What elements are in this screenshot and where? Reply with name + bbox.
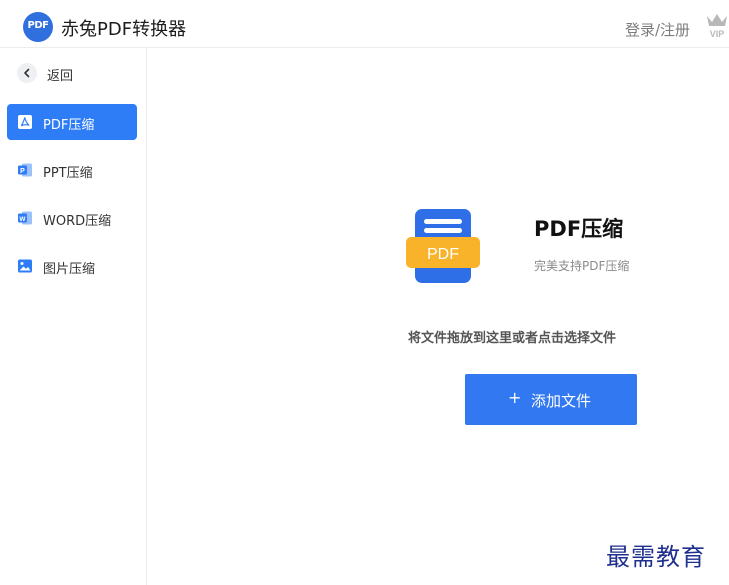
title-bar: PDF 赤兔PDF转换器 登录/注册 VIP <box>0 0 729 48</box>
chevron-left-icon <box>24 68 30 78</box>
login-register-link[interactable]: 登录/注册 <box>625 19 690 40</box>
svg-text:W: W <box>19 216 26 223</box>
vip-label: VIP <box>710 29 725 39</box>
sidebar-item-label: PDF压缩 <box>43 118 95 133</box>
plus-icon: + <box>508 388 522 407</box>
vip-crown-icon[interactable]: VIP <box>704 12 729 40</box>
drop-zone-hint: 将文件拖放到这里或者点击选择文件 <box>407 331 616 346</box>
add-file-button[interactable]: + 添加文件 <box>465 374 637 425</box>
sidebar-item-pdf-compress[interactable]: PDF压缩 <box>7 104 137 140</box>
sidebar-item-label: WORD压缩 <box>43 214 112 229</box>
feature-title: PDF压缩 <box>534 217 624 241</box>
logo-text: PDF <box>27 20 49 31</box>
sidebar-item-label: PPT压缩 <box>43 166 93 181</box>
pdf-badge-text: PDF <box>427 246 459 263</box>
app-title: 赤兔PDF转换器 <box>61 19 187 40</box>
sidebar-item-ppt-compress[interactable]: P PPT压缩 <box>7 152 137 188</box>
watermark: 最需教育 <box>606 543 706 571</box>
sidebar-item-image-compress[interactable]: 图片压缩 <box>7 248 137 284</box>
app-logo: PDF <box>23 12 53 42</box>
sidebar-item-word-compress[interactable]: W WORD压缩 <box>7 200 137 236</box>
back-circle <box>17 63 37 83</box>
pdf-document-icon: PDF <box>406 209 480 283</box>
word-icon: W <box>18 211 32 225</box>
sidebar-item-label: 图片压缩 <box>43 262 96 277</box>
image-icon <box>18 259 32 273</box>
pdf-icon <box>18 115 32 129</box>
feature-subtitle: 完美支持PDF压缩 <box>534 259 630 273</box>
app-window: PDF 赤兔PDF转换器 登录/注册 VIP 返回 PDF压缩 P PPT压缩 … <box>0 0 729 585</box>
back-label: 返回 <box>47 69 74 84</box>
ppt-icon: P <box>18 163 32 177</box>
svg-text:P: P <box>20 168 25 175</box>
main-panel[interactable]: PDF PDF压缩 完美支持PDF压缩 将文件拖放到这里或者点击选择文件 + 添… <box>147 48 729 585</box>
sidebar: 返回 PDF压缩 P PPT压缩 W WORD压缩 图片压缩 <box>0 48 147 585</box>
add-file-label: 添加文件 <box>531 392 592 410</box>
